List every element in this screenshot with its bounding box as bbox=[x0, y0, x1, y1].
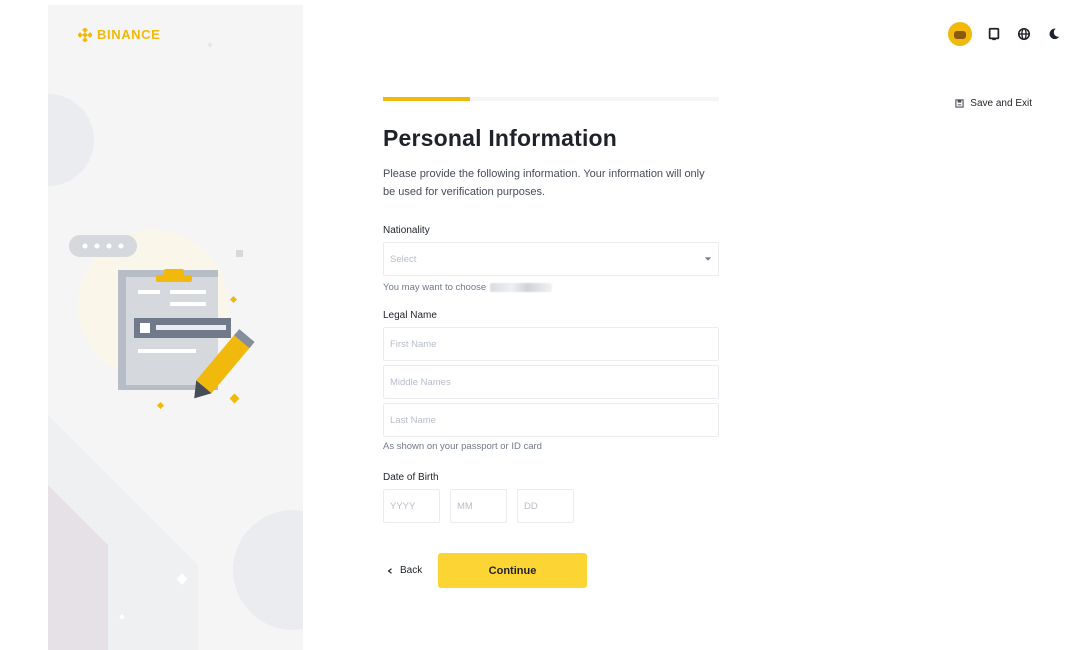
save-icon bbox=[955, 99, 964, 108]
page-subtitle: Please provide the following information… bbox=[383, 168, 705, 198]
middle-names-field[interactable]: Middle Names bbox=[383, 365, 719, 399]
personal-info-form: Personal Information Please provide the … bbox=[383, 125, 719, 523]
middle-names-placeholder: Middle Names bbox=[390, 376, 451, 388]
kyc-page: BINANCE Save and Exit Personal Informati… bbox=[0, 0, 1080, 650]
chevron-down-icon bbox=[704, 257, 712, 261]
back-button[interactable]: Back bbox=[383, 565, 438, 576]
dob-year-placeholder: YYYY bbox=[390, 500, 416, 512]
back-label: Back bbox=[400, 565, 423, 576]
continue-button[interactable]: Continue bbox=[438, 553, 587, 588]
legal-name-helper: As shown on your passport or ID card bbox=[383, 441, 542, 452]
dob-day-placeholder: DD bbox=[524, 500, 538, 512]
first-name-field[interactable]: First Name bbox=[383, 327, 719, 361]
bookmark-icon[interactable] bbox=[986, 26, 1002, 42]
first-name-placeholder: First Name bbox=[390, 338, 437, 350]
nationality-helper-text: You may want to choose bbox=[383, 282, 487, 293]
progress-bar bbox=[383, 97, 719, 101]
legal-name-label: Legal Name bbox=[383, 310, 437, 321]
avatar[interactable] bbox=[948, 22, 972, 46]
last-name-placeholder: Last Name bbox=[390, 414, 436, 426]
last-name-field[interactable]: Last Name bbox=[383, 403, 719, 437]
verification-illustration bbox=[48, 42, 303, 650]
dob-fields: YYYY MM DD bbox=[383, 489, 719, 523]
progress-fill bbox=[383, 97, 471, 101]
suggested-country-link[interactable] bbox=[490, 283, 553, 292]
form-actions: Back Continue bbox=[383, 553, 587, 588]
save-and-exit-button[interactable]: Save and Exit bbox=[955, 98, 1032, 109]
nationality-select[interactable]: Select bbox=[383, 242, 719, 276]
moon-icon[interactable] bbox=[1046, 26, 1062, 42]
binance-logo[interactable]: BINANCE bbox=[78, 27, 160, 42]
dob-day-field[interactable]: DD bbox=[517, 489, 574, 523]
nationality-label: Nationality bbox=[383, 225, 430, 236]
dob-month-field[interactable]: MM bbox=[450, 489, 507, 523]
binance-logo-icon bbox=[78, 27, 92, 42]
page-title: Personal Information bbox=[383, 125, 618, 151]
save-and-exit-label: Save and Exit bbox=[970, 98, 1032, 109]
nationality-helper: You may want to choose bbox=[383, 282, 719, 293]
dob-month-placeholder: MM bbox=[457, 500, 473, 512]
nationality-placeholder: Select bbox=[390, 253, 417, 265]
left-illustration-panel: BINANCE bbox=[48, 5, 303, 650]
dob-year-field[interactable]: YYYY bbox=[383, 489, 440, 523]
globe-icon[interactable] bbox=[1016, 26, 1032, 42]
logo-text: BINANCE bbox=[97, 27, 161, 42]
top-right-toolbar bbox=[948, 22, 1062, 46]
chevron-left-icon bbox=[387, 567, 392, 574]
dob-label: Date of Birth bbox=[383, 472, 439, 483]
